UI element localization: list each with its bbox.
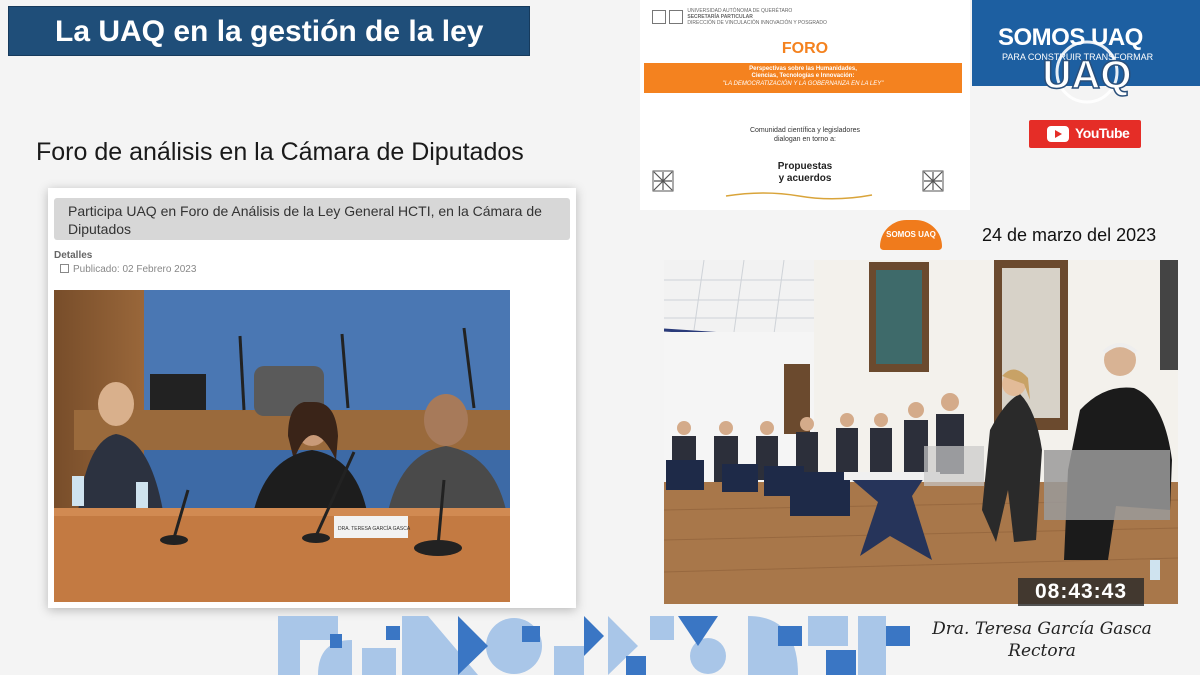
poster-community-line2: dialogan en torno a: (774, 136, 836, 143)
article-headline[interactable]: Participa UAQ en Foro de Análisis de la … (54, 198, 570, 238)
nameplate-text: DRA. TERESA GARCÍA GASCA (338, 525, 411, 532)
article-headline-box: Participa UAQ en Foro de Análisis de la … (54, 198, 570, 240)
speaker-role: Rectora (1008, 641, 1076, 661)
poster-community-line1: Comunidad científica y legisladores (749, 127, 861, 134)
news-article-card: Participa UAQ en Foro de Análisis de la … (48, 188, 576, 608)
poster-community-text: Comunidad científica y legisladores dial… (640, 126, 970, 144)
uaq-shield-icon (652, 10, 666, 24)
left-knot-icon (652, 170, 674, 192)
event-video-frame[interactable] (664, 260, 1178, 604)
article-published-date: Publicado: 02 Febrero 2023 (60, 264, 196, 275)
poster-band-line2: Ciencias, Tecnologías e Innovación: (751, 73, 855, 79)
youtube-button[interactable]: YouTube (1029, 120, 1141, 148)
article-photo: DRA. TERESA GARCÍA GASCA (54, 290, 510, 602)
speaker-signature: Dra. Teresa García Gasca Rectora (912, 618, 1172, 662)
somos-pill-label: SOMOS UAQ (886, 230, 936, 239)
calendar-icon (60, 264, 69, 273)
slide-title-bar: La UAQ en la gestión de la ley (8, 6, 530, 56)
poster-proposals-text: Propuestas y acuerdos (640, 161, 970, 185)
youtube-play-icon (1047, 126, 1069, 142)
foro-poster: UNIVERSIDAD AUTÓNOMA DE QUERÉTARO SECRET… (640, 0, 970, 210)
poster-gold-wave (725, 192, 873, 200)
poster-logo-line3: DIRECCIÓN DE VINCULACIÓN INNOVACIÓN Y PO… (687, 20, 827, 26)
slide-title: La UAQ en la gestión de la ley (55, 15, 484, 48)
slide-frame: La UAQ en la gestión de la ley Foro de a… (0, 0, 1200, 675)
right-knot-icon (922, 170, 944, 192)
article-details-label: Detalles (54, 250, 93, 261)
article-published-text: Publicado: 02 Febrero 2023 (73, 264, 197, 275)
poster-foro-title: FORO (781, 40, 829, 57)
forum-room-illustration (664, 260, 1178, 604)
youtube-label: YouTube (1075, 125, 1130, 141)
meeting-photo-illustration: DRA. TERESA GARCÍA GASCA (54, 290, 510, 602)
slide-subtitle: Foro de análisis en la Cámara de Diputad… (36, 138, 524, 166)
event-date: 24 de marzo del 2023 (982, 225, 1157, 245)
poster-proposals-line1: Propuestas (777, 161, 833, 172)
poster-band-quote: "LA DEMOCRATIZACIÓN Y LA GOBERNANZA EN L… (722, 81, 884, 87)
timestamp-text: 08:43:43 (1034, 580, 1128, 603)
footer-geometric-decoration (278, 616, 910, 675)
poster-band-line1: Perspectivas sobre las Humanidades, (749, 66, 857, 72)
poster-orange-band: Perspectivas sobre las Humanidades, Cien… (644, 63, 962, 93)
speaker-name: Dra. Teresa García Gasca (932, 619, 1152, 639)
secretaria-logo-icon (669, 10, 683, 24)
poster-institution-logos: UNIVERSIDAD AUTÓNOMA DE QUERÉTARO SECRET… (652, 8, 827, 26)
poster-proposals-line2: y acuerdos (778, 173, 832, 184)
somos-uaq-small-logo: SOMOS UAQ (880, 220, 942, 250)
video-timestamp: 08:43:43 (1018, 578, 1144, 606)
uaq-logo-text: UAQ (1043, 53, 1132, 97)
uaq-logo-icon: UAQ (1042, 40, 1132, 104)
